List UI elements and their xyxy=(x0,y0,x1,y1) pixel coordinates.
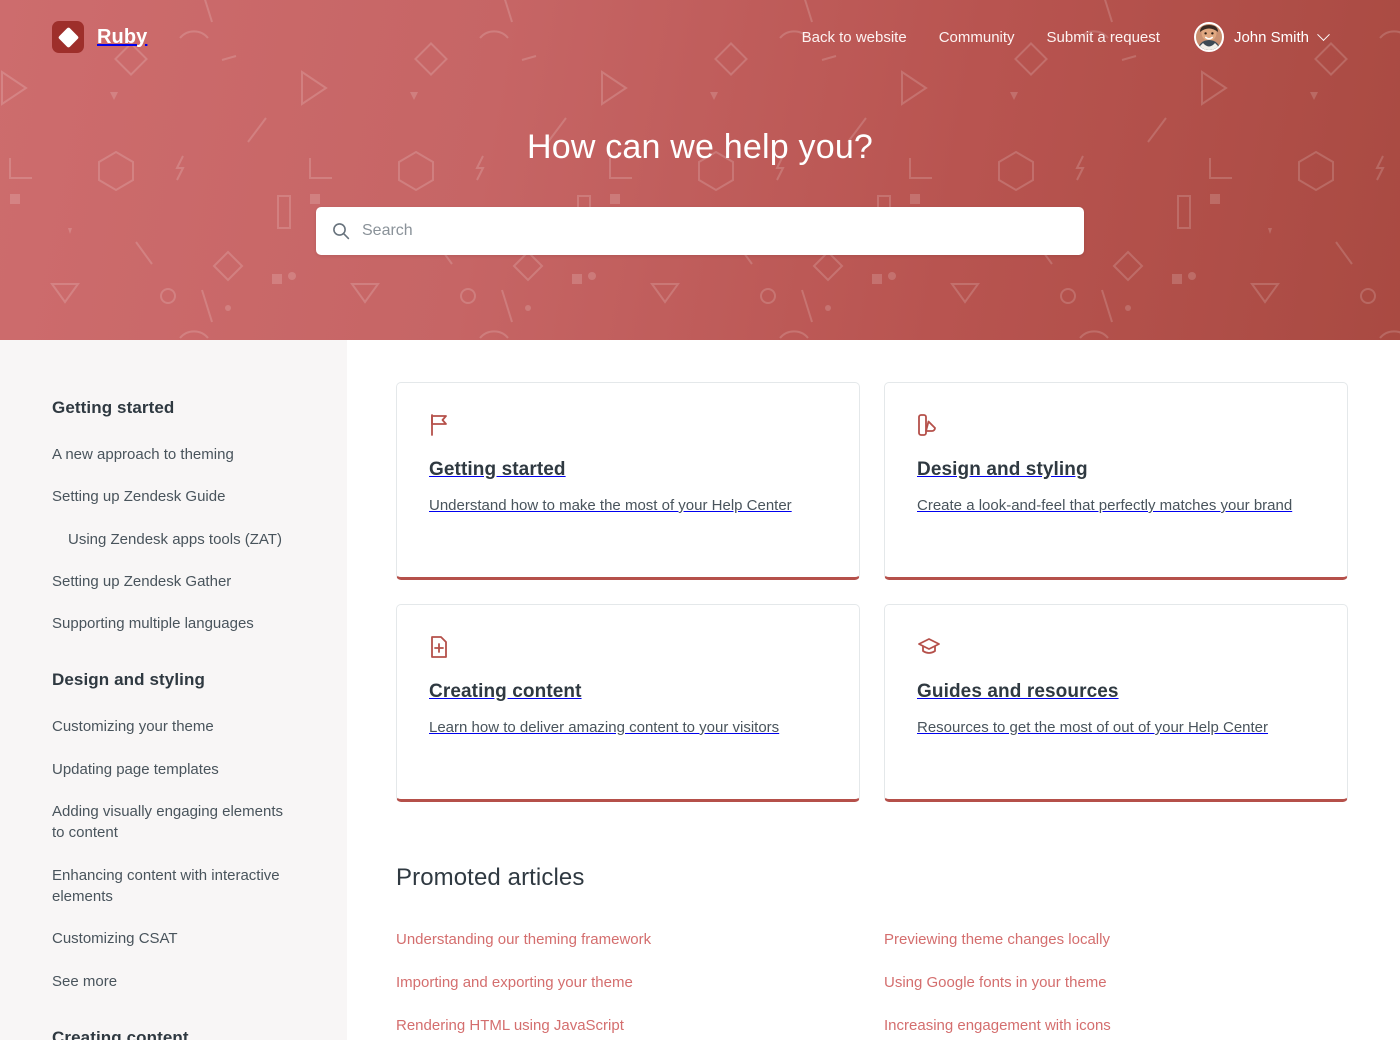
category-card-description: Understand how to make the most of your … xyxy=(429,497,792,514)
category-card-title: Guides and resources xyxy=(917,681,1119,702)
sidebar-item-updating-page-templates[interactable]: Updating page templates xyxy=(52,759,295,780)
category-card-guides-and-resources[interactable]: Guides and resources Resources to get th… xyxy=(884,604,1348,802)
sidebar-item-enhancing-content-interactive[interactable]: Enhancing content with interactive eleme… xyxy=(52,865,295,908)
nav-link-back-to-website[interactable]: Back to website xyxy=(802,29,907,46)
graduation-cap-icon xyxy=(917,635,1315,659)
sidebar-heading-design-and-styling: Design and styling xyxy=(52,670,205,690)
category-card-description: Resources to get the most of out of your… xyxy=(917,719,1269,736)
header-nav-links: Back to website Community Submit a reque… xyxy=(802,22,1330,52)
user-menu-button[interactable]: John Smith xyxy=(1193,22,1330,52)
promoted-articles-list: Understanding our theming framework Impo… xyxy=(396,918,1348,1040)
search-bar[interactable] xyxy=(316,207,1084,255)
promoted-article-link[interactable]: Increasing engagement with icons xyxy=(884,1004,1348,1040)
brand-logo-link[interactable]: Ruby xyxy=(52,21,147,53)
promoted-article-link[interactable]: Using Google fonts in your theme xyxy=(884,961,1348,1004)
page-body: Getting started A new approach to themin… xyxy=(0,340,1400,1040)
category-card-creating-content[interactable]: Creating content Learn how to deliver am… xyxy=(396,604,860,802)
sidebar-item-customizing-your-theme[interactable]: Customizing your theme xyxy=(52,716,295,737)
sidebar-heading-creating-content: Creating content xyxy=(52,1027,189,1040)
promoted-article-link[interactable]: Rendering HTML using JavaScript xyxy=(396,1004,860,1040)
avatar xyxy=(1193,22,1224,52)
sidebar-item-customizing-csat[interactable]: Customizing CSAT xyxy=(52,928,295,949)
brand-name: Ruby xyxy=(97,25,148,48)
page-title: How can we help you? xyxy=(526,128,874,166)
sidebar-navigation: Getting started A new approach to themin… xyxy=(0,340,347,1040)
sidebar-item-adding-visually-engaging-elements[interactable]: Adding visually engaging elements to con… xyxy=(52,801,295,844)
sidebar-item-setting-up-zendesk-guide[interactable]: Setting up Zendesk Guide xyxy=(52,486,295,507)
category-card-getting-started[interactable]: Getting started Understand how to make t… xyxy=(396,382,860,580)
nav-link-submit-a-request[interactable]: Submit a request xyxy=(1047,29,1160,46)
category-card-title: Getting started xyxy=(429,459,566,480)
chevron-down-icon xyxy=(1317,27,1330,41)
promoted-article-link[interactable]: Importing and exporting your theme xyxy=(396,961,860,1004)
promoted-article-link[interactable]: Understanding our theming framework xyxy=(396,918,860,961)
sidebar-item-supporting-multiple-languages[interactable]: Supporting multiple languages xyxy=(52,613,295,634)
category-card-design-and-styling[interactable]: Design and styling Create a look-and-fee… xyxy=(884,382,1348,580)
sidebar-item-a-new-approach-to-theming[interactable]: A new approach to theming xyxy=(52,444,295,465)
sidebar-item-using-zendesk-apps-tools[interactable]: Using Zendesk apps tools (ZAT) xyxy=(52,529,295,550)
search-icon xyxy=(333,223,350,240)
palette-icon xyxy=(917,413,1315,437)
top-navigation-bar: Ruby Back to website Community Submit a … xyxy=(0,0,1400,74)
promoted-articles-heading: Promoted articles xyxy=(396,864,585,891)
diamond-icon xyxy=(52,21,84,53)
user-name-label: John Smith xyxy=(1233,28,1309,46)
category-card-title: Creating content xyxy=(429,681,582,702)
hero-banner: Ruby Back to website Community Submit a … xyxy=(0,0,1400,340)
category-card-description: Learn how to deliver amazing content to … xyxy=(429,719,780,736)
flag-icon xyxy=(429,413,827,437)
sidebar-item-see-more[interactable]: See more xyxy=(52,971,295,992)
nav-link-community[interactable]: Community xyxy=(939,29,1015,46)
file-plus-icon xyxy=(429,635,827,659)
sidebar-heading-getting-started: Getting started xyxy=(52,398,175,417)
category-card-title: Design and styling xyxy=(917,459,1088,480)
sidebar-item-setting-up-zendesk-gather[interactable]: Setting up Zendesk Gather xyxy=(52,571,295,592)
main-content: Getting started Understand how to make t… xyxy=(347,340,1400,1040)
search-input[interactable] xyxy=(362,222,1068,240)
category-card-grid: Getting started Understand how to make t… xyxy=(396,382,1348,802)
category-card-description: Create a look-and-feel that perfectly ma… xyxy=(917,497,1293,514)
promoted-article-link[interactable]: Previewing theme changes locally xyxy=(884,918,1348,961)
